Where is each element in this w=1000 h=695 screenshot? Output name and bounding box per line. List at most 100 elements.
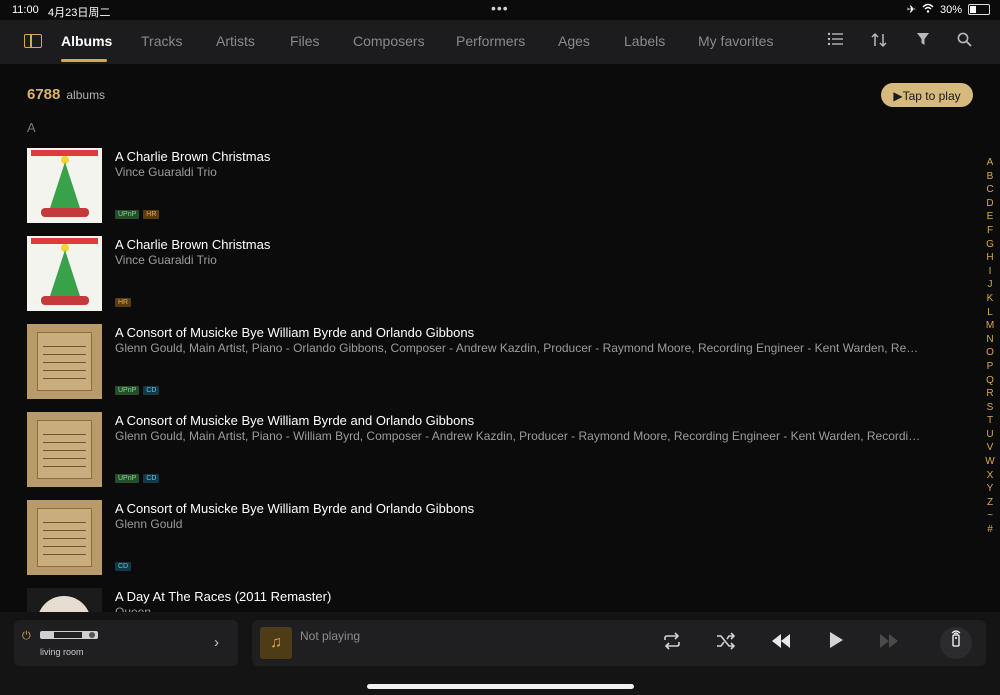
badge-upnp: UPnP [115, 474, 140, 483]
zone-selector[interactable]: ⏻ living room › [14, 620, 238, 666]
tab-labels[interactable]: Labels [624, 33, 665, 49]
home-indicator[interactable] [367, 684, 634, 689]
play-icon: ▶ [893, 89, 903, 103]
tab-artists[interactable]: Artists [216, 33, 255, 49]
index-letter[interactable]: I [983, 265, 997, 279]
album-cover [27, 500, 102, 575]
album-cover [27, 324, 102, 399]
album-list[interactable]: A Charlie Brown Christmas Vince Guaraldi… [27, 148, 967, 676]
search-icon[interactable] [955, 32, 973, 50]
index-letter[interactable]: N [983, 333, 997, 347]
shuffle-icon[interactable] [714, 632, 738, 656]
index-letter[interactable]: U [983, 428, 997, 442]
battery-icon [968, 4, 990, 15]
album-count: 6788 albums [27, 86, 105, 104]
tab-composers[interactable]: Composers [353, 33, 425, 49]
index-letter[interactable]: V [983, 441, 997, 455]
index-letter[interactable]: # [983, 523, 997, 537]
status-time: 11:00 [12, 4, 39, 16]
airplane-icon: ✈ [906, 4, 916, 16]
index-letter[interactable]: W [983, 455, 997, 469]
album-title: A Day At The Races (2011 Remaster) [115, 589, 332, 604]
index-letter[interactable]: A [983, 156, 997, 170]
player-bar: ♫ Not playing [252, 620, 986, 666]
play-icon[interactable] [824, 632, 848, 654]
badge-cd: CD [115, 562, 132, 571]
top-navigation: Albums Tracks Artists Files Composers Pe… [0, 20, 1000, 64]
index-letter[interactable]: X [983, 469, 997, 483]
index-letter[interactable]: D [983, 197, 997, 211]
album-title: A Consort of Musicke Bye William Byrde a… [115, 325, 475, 340]
power-icon[interactable]: ⏻ [22, 630, 31, 643]
album-title: A Consort of Musicke Bye William Byrde a… [115, 501, 475, 516]
index-letter[interactable]: E [983, 210, 997, 224]
index-letter[interactable]: Y [983, 482, 997, 496]
album-artist: Glenn Gould [115, 517, 183, 531]
status-date: 4月23日周二 [48, 7, 111, 19]
album-row[interactable]: A Charlie Brown Christmas Vince Guaraldi… [27, 236, 967, 324]
tab-performers[interactable]: Performers [456, 33, 525, 49]
index-letter[interactable]: H [983, 251, 997, 265]
album-count-number: 6788 [27, 86, 61, 103]
music-note-icon: ♫ [260, 627, 292, 659]
album-artist: Vince Guaraldi Trio [115, 165, 217, 179]
wifi-icon [922, 3, 934, 16]
index-letter[interactable]: J [983, 278, 997, 292]
album-row[interactable]: A Consort of Musicke Bye William Byrde a… [27, 500, 967, 588]
index-letter[interactable]: Q [983, 374, 997, 388]
badge-hr: HR [115, 298, 132, 307]
album-cover [27, 412, 102, 487]
active-tab-indicator [61, 59, 107, 62]
index-letter[interactable]: G [983, 238, 997, 252]
multitask-dots[interactable]: ••• [491, 0, 509, 16]
album-artist: Glenn Gould, Main Artist, Piano - Willia… [115, 429, 921, 443]
battery-percent: 30% [939, 3, 962, 16]
album-row[interactable]: A Consort of Musicke Bye William Byrde a… [27, 324, 967, 412]
section-header: A [27, 120, 36, 135]
album-artist: Vince Guaraldi Trio [115, 253, 217, 267]
now-playing-text: Not playing [300, 629, 361, 643]
chevron-right-icon[interactable]: › [214, 634, 219, 651]
sort-icon[interactable] [870, 32, 888, 50]
album-artist: Glenn Gould, Main Artist, Piano - Orland… [115, 341, 921, 355]
badge-cd: CD [143, 386, 160, 395]
index-letter[interactable]: R [983, 387, 997, 401]
alphabet-index[interactable]: A B C D E F G H I J K L M N O P Q R S T … [983, 156, 997, 537]
remote-icon[interactable] [940, 627, 972, 659]
filter-icon[interactable] [914, 32, 932, 50]
index-letter[interactable]: M [983, 319, 997, 333]
index-letter[interactable]: P [983, 360, 997, 374]
album-row[interactable]: A Charlie Brown Christmas Vince Guaraldi… [27, 148, 967, 236]
index-letter[interactable]: L [983, 306, 997, 320]
album-badges: HR [115, 298, 132, 307]
tab-albums[interactable]: Albums [61, 33, 112, 49]
index-letter[interactable]: T [983, 414, 997, 428]
index-letter[interactable]: B [983, 170, 997, 184]
sidebar-toggle-icon[interactable] [24, 34, 42, 48]
previous-icon[interactable] [769, 632, 793, 654]
tab-files[interactable]: Files [290, 33, 320, 49]
next-icon[interactable] [877, 632, 901, 654]
album-badges: CD [115, 562, 132, 571]
list-icon[interactable] [826, 32, 844, 50]
repeat-icon[interactable] [660, 632, 684, 656]
album-title: A Charlie Brown Christmas [115, 149, 271, 164]
tab-ages[interactable]: Ages [558, 33, 590, 49]
index-letter[interactable]: K [983, 292, 997, 306]
tab-my-favorites[interactable]: My favorites [698, 33, 773, 49]
tap-to-play-label: Tap to play [902, 89, 961, 103]
index-letter[interactable]: F [983, 224, 997, 238]
tap-to-play-button[interactable]: ▶Tap to play [881, 83, 973, 107]
tab-tracks[interactable]: Tracks [141, 33, 182, 49]
status-indicators: ✈ 30% [907, 3, 990, 16]
album-title: A Charlie Brown Christmas [115, 237, 271, 252]
index-letter[interactable]: ~ [983, 509, 997, 523]
index-letter[interactable]: O [983, 346, 997, 360]
album-title: A Consort of Musicke Bye William Byrde a… [115, 413, 475, 428]
album-row[interactable]: A Consort of Musicke Bye William Byrde a… [27, 412, 967, 500]
album-badges: UPnP HR [115, 210, 160, 219]
index-letter[interactable]: Z [983, 496, 997, 510]
index-letter[interactable]: C [983, 183, 997, 197]
index-letter[interactable]: S [983, 401, 997, 415]
badge-cd: CD [143, 474, 160, 483]
